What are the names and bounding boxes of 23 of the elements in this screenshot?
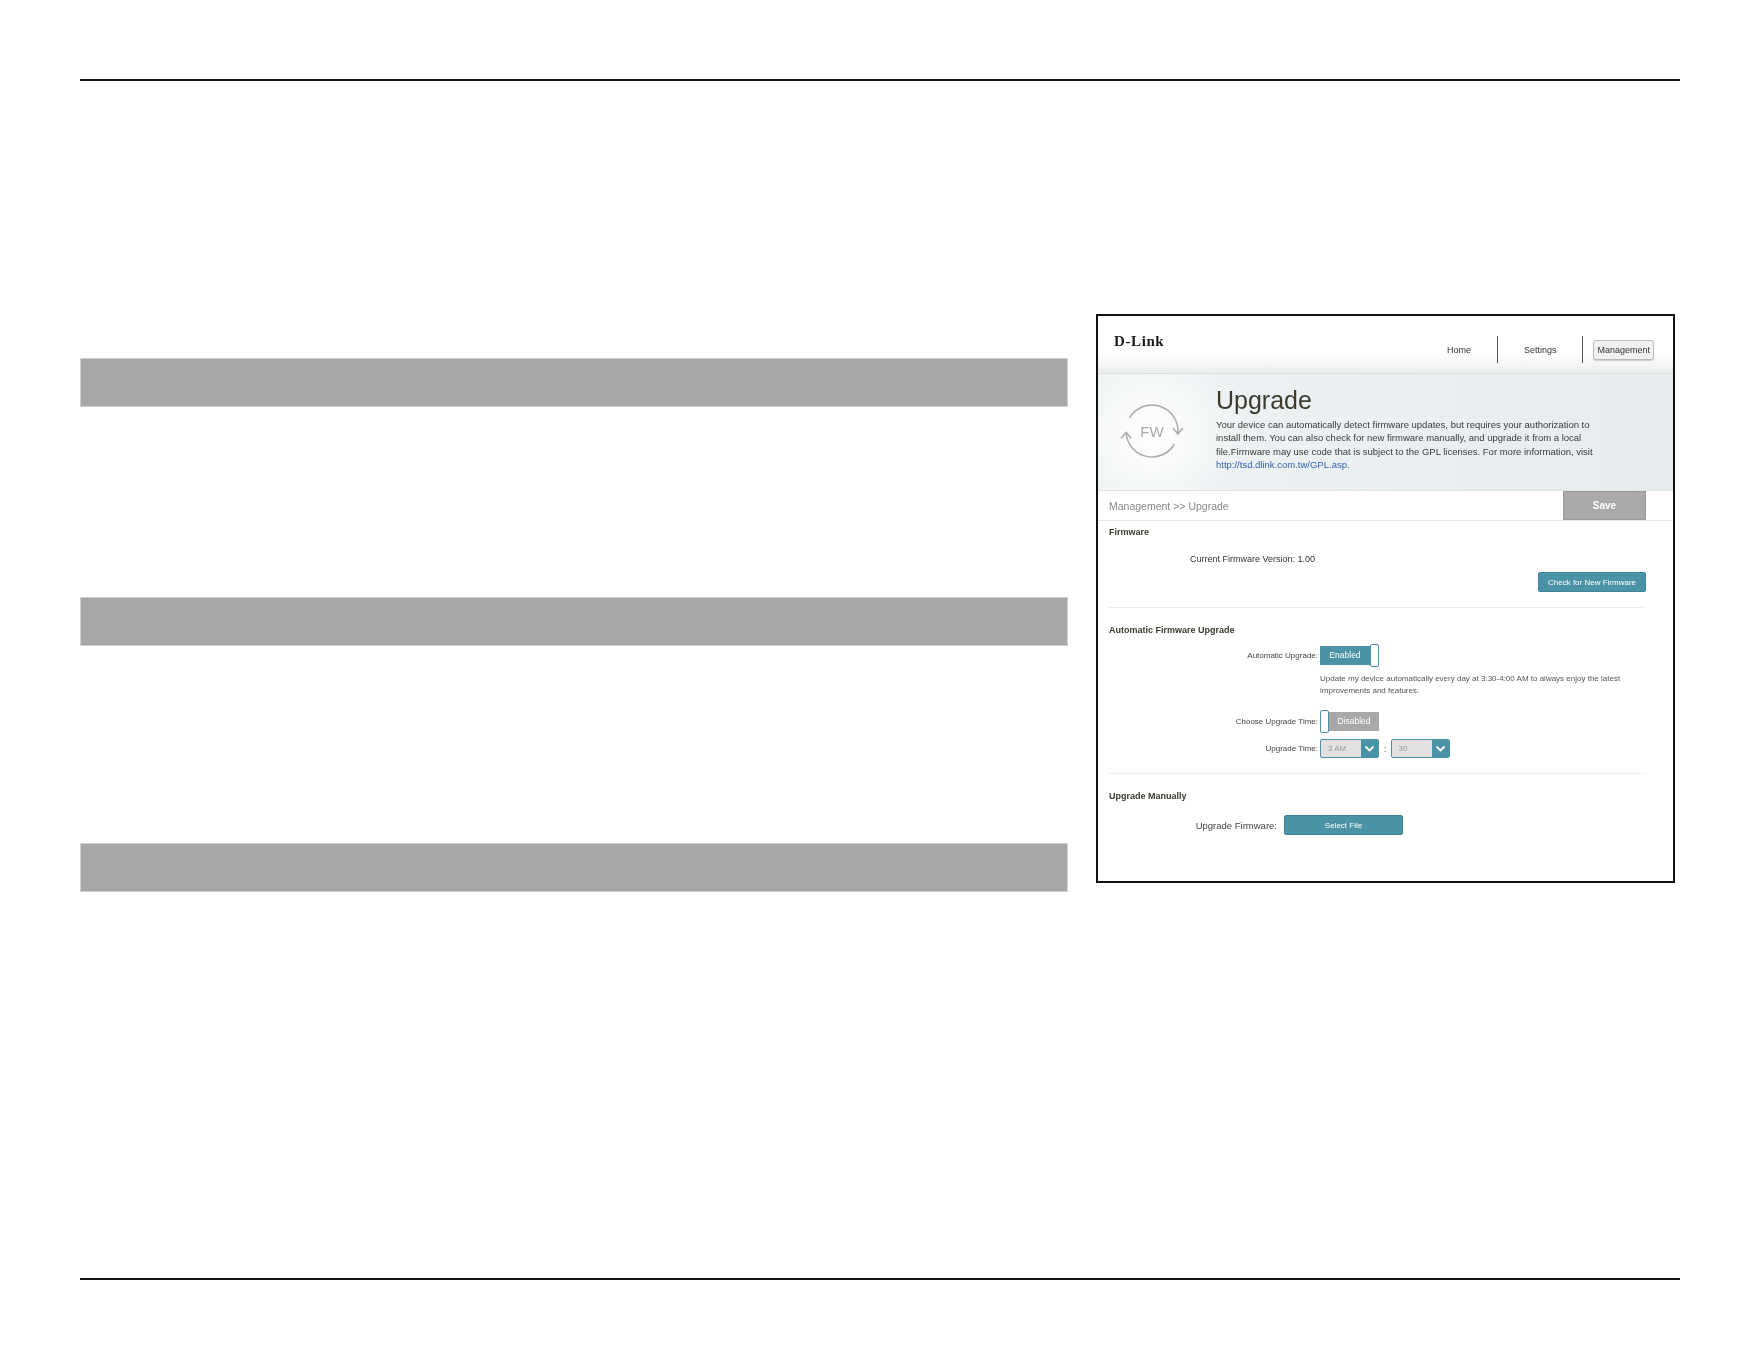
field-label: Upgrade Firmware: — [1195, 819, 1277, 831]
field-label: Upgrade Time: — [1265, 744, 1318, 753]
brand-logo: D-Link — [1114, 333, 1165, 350]
section-heading: Upgrade Manually — [1109, 790, 1188, 803]
field-label: Automatic Upgrade: — [1247, 650, 1318, 660]
icon-label: FW — [1140, 423, 1164, 439]
select-file-button[interactable]: Select File — [1284, 815, 1403, 835]
description-text: Your device can automatically detect firmware updates, but requires your authorization to install them. You can also check for new firmware manually, and upgrade it from a local file.Firmware may use code that is subject to the GPL licenses. For more information, visit http://tsd.dlink.com.tw/GPL.asp. — [1216, 418, 1594, 472]
nav-tab[interactable]: Management — [1593, 339, 1654, 360]
gpl-link[interactable]: http://tsd.dlink.com.tw/GPL.asp. — [1216, 459, 1350, 471]
section-heading: Automatic Firmware Upgrade — [1109, 624, 1236, 637]
breadcrumb: Management >> Upgrade — [1109, 499, 1229, 512]
page-title: Upgrade — [1216, 386, 1313, 414]
help-text: Update my device automatically every day at 3:30-4:00 AM to always enjoy the latest improvements and features. — [1319, 673, 1622, 697]
nav-tab[interactable]: Home — [1420, 339, 1497, 360]
check-firmware-button[interactable]: Check for New Firmware — [1538, 572, 1646, 592]
section-heading: Firmware — [1109, 526, 1151, 539]
time-separator: : — [1384, 743, 1387, 754]
nav-tab[interactable]: Settings — [1497, 339, 1583, 360]
chevron-down-icon — [1361, 740, 1378, 757]
chevron-down-icon — [1431, 740, 1449, 757]
firmware-version-text: Current Firmware Version: 1.00 — [1189, 553, 1317, 566]
field-label: Choose Upgrade Time: — [1235, 716, 1318, 726]
